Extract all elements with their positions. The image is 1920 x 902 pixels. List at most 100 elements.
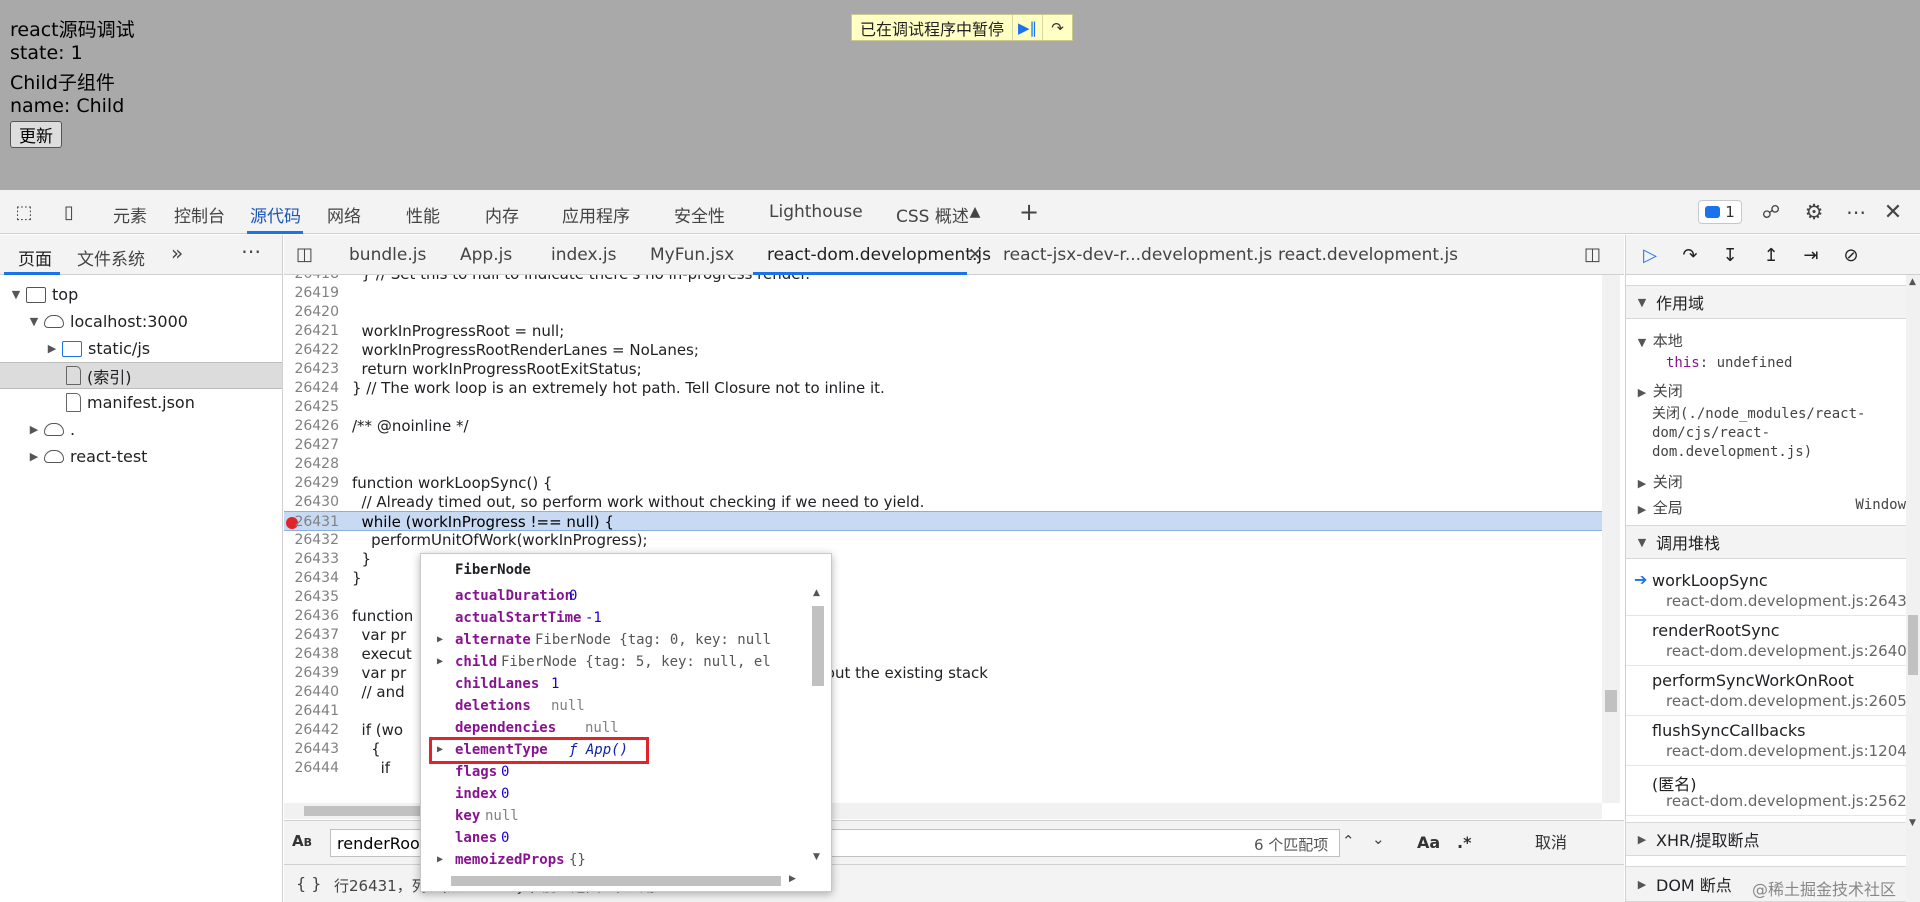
scope-closure[interactable]: ▶ 关闭 (1636, 380, 1916, 401)
update-button[interactable]: 更新 (10, 121, 62, 148)
property-row[interactable]: actualStartTime -1 (421, 607, 809, 629)
code-line: 26430 // Already timed out, so perform w… (294, 493, 925, 511)
scroll-down-icon[interactable]: ▼ (813, 852, 820, 862)
callstack-item[interactable]: ➔ workLoopSync react-dom.development.js:26… (1626, 566, 1906, 616)
issues-badge[interactable]: 1 (1698, 200, 1742, 224)
file-tab-app[interactable]: App.js (460, 245, 512, 265)
property-row[interactable]: flags 0 (421, 761, 809, 783)
regex-button[interactable]: .* (1457, 833, 1471, 852)
next-match-icon[interactable]: ⌄ (1372, 830, 1385, 848)
callstack-item[interactable]: performSyncWorkOnRoot react-dom.developme… (1626, 666, 1906, 716)
property-row[interactable]: actualDuration 0 (421, 585, 809, 607)
cancel-search-button[interactable]: 取消 (1516, 830, 1586, 856)
tab-memory[interactable]: 内存 (485, 202, 519, 227)
tab-filesystem[interactable]: 文件系统 (77, 245, 145, 270)
tree-item-localhost[interactable]: ▼ localhost:3000 (0, 308, 282, 335)
connections-icon[interactable]: ☍ (1758, 200, 1784, 224)
code-line: 26429 function workLoopSync() { (294, 474, 553, 492)
callstack-item[interactable]: flushSyncCallbacks react-dom.development.… (1626, 716, 1906, 766)
scope-pane-header[interactable]: ▼ 作用域 (1626, 285, 1906, 319)
callstack-pane-header[interactable]: ▼ 调用堆栈 (1626, 525, 1906, 559)
property-row[interactable]: dependencies null (421, 717, 809, 739)
popover-horizontal-scrollbar[interactable]: ▶ (435, 872, 815, 890)
editor-vertical-scrollbar[interactable] (1602, 275, 1620, 803)
tree-item-dot[interactable]: ▶ . (0, 416, 282, 443)
settings-gear-icon[interactable]: ⚙ (1801, 200, 1827, 224)
callstack-item[interactable]: renderRootSync react-dom.development.js:2… (1626, 616, 1906, 666)
tree-item-static-js[interactable]: ▶ static/js (0, 335, 282, 362)
property-row[interactable]: lanes 0 (421, 827, 809, 849)
scope-global[interactable]: ▶ 全局 Window (1636, 497, 1906, 518)
scroll-up-icon[interactable]: ▲ (1909, 277, 1916, 287)
code-line: 26427 (294, 437, 339, 453)
resume-icon[interactable]: ▶‖ (1012, 15, 1042, 40)
scroll-up-icon[interactable]: ▲ (813, 588, 820, 598)
tab-performance[interactable]: 性能 (406, 202, 440, 227)
expand-down-icon: ▼ (29, 315, 39, 328)
property-row[interactable]: key null (421, 805, 809, 827)
breakpoint-line[interactable]: 26431 while (workInProgress !== null) { (284, 511, 1602, 531)
tab-css-overview[interactable]: CSS 概述 (896, 202, 969, 227)
property-row[interactable]: ▶ alternate FiberNode {tag: 0, key: null (421, 629, 809, 651)
more-options-icon[interactable]: ⋯ (1843, 200, 1869, 224)
file-tab-react-jsx-dev[interactable]: react-jsx-dev-r...development.js (1003, 245, 1272, 265)
navigator-menu-icon[interactable]: ⋯ (241, 239, 261, 263)
close-tab-icon[interactable]: ✕ (968, 245, 982, 265)
inspect-element-icon[interactable]: ⬚ (11, 200, 37, 224)
scope-closure-module[interactable]: 关闭(./node_modules/react-dom/cjs/react-do… (1652, 405, 1902, 462)
step-into-icon[interactable]: ↧ (1716, 242, 1744, 268)
tab-security[interactable]: 安全性 (674, 202, 725, 227)
property-row[interactable]: childLanes 1 (421, 673, 809, 695)
tab-page[interactable]: 页面 (18, 245, 52, 270)
scroll-thumb[interactable] (451, 876, 781, 886)
property-row[interactable]: ▶ memoizedProps{} (421, 849, 809, 871)
deactivate-breakpoints-icon[interactable]: ⊘ (1837, 242, 1865, 268)
device-toolbar-icon[interactable]: ▯ (56, 200, 82, 224)
file-tab-myfun[interactable]: MyFun.jsx (650, 245, 734, 265)
callstack-item[interactable]: (匿名) react-dom.development.js:25622 (1626, 766, 1906, 816)
more-tabs-plus-icon[interactable]: + (1016, 198, 1042, 226)
tab-lighthouse[interactable]: Lighthouse (769, 202, 863, 222)
tree-item-index[interactable]: (索引) (0, 362, 282, 389)
sidebar-vertical-scrollbar[interactable]: ▲ ▼ (1906, 275, 1920, 902)
case-sensitive-icon[interactable]: AB (292, 832, 312, 850)
editor-file-tabs: ◫ bundle.js App.js index.js MyFun.jsx re… (284, 235, 1624, 275)
property-row[interactable]: ▶ child FiberNode {tag: 5, key: null, el (421, 651, 809, 673)
scope-closure-2[interactable]: ▶ 关闭 (1636, 471, 1916, 492)
file-tab-react-dom[interactable]: react-dom.development.js (767, 245, 991, 265)
property-row[interactable]: index 0 (421, 783, 809, 805)
step-out-icon[interactable]: ↥ (1757, 242, 1785, 268)
more-panes-chevron-icon[interactable]: » (171, 241, 183, 265)
match-case-button[interactable]: Aa (1417, 833, 1440, 852)
scroll-thumb[interactable] (1605, 690, 1617, 712)
file-tab-bundle[interactable]: bundle.js (349, 245, 426, 265)
toggle-debugger-icon[interactable]: ◫ (1584, 244, 1601, 265)
tree-item-manifest[interactable]: manifest.json (0, 389, 282, 416)
file-tab-react[interactable]: react.development.js (1278, 245, 1458, 265)
popover-vertical-scrollbar[interactable]: ▲ ▼ (809, 584, 827, 874)
tab-elements[interactable]: 元素 (113, 202, 147, 227)
step-over-icon[interactable]: ↷ (1042, 15, 1072, 40)
file-tab-index[interactable]: index.js (551, 245, 617, 265)
resume-icon[interactable]: ▷ (1636, 242, 1664, 268)
previous-match-icon[interactable]: ⌃ (1342, 832, 1355, 850)
tab-sources[interactable]: 源代码 (250, 202, 301, 227)
pretty-print-button[interactable]: { } (296, 874, 321, 893)
code-line: 26423 return workInProgressRootExitStatu… (294, 360, 642, 378)
tab-console[interactable]: 控制台 (174, 202, 225, 227)
close-devtools-icon[interactable]: ✕ (1880, 200, 1906, 225)
tree-item-top[interactable]: ▼ top (0, 281, 282, 308)
scroll-down-icon[interactable]: ▼ (1909, 818, 1916, 828)
scope-local[interactable]: ▼ 本地 (1636, 330, 1916, 351)
step-icon[interactable]: ⇥ (1797, 242, 1825, 268)
tree-item-react-test[interactable]: ▶ react-test (0, 443, 282, 470)
toggle-navigator-icon[interactable]: ◫ (296, 244, 313, 265)
scroll-thumb[interactable] (1908, 615, 1918, 675)
scroll-thumb[interactable] (812, 606, 824, 686)
xhr-breakpoints-header[interactable]: ▶ XHR/提取断点 (1626, 822, 1906, 856)
step-over-icon[interactable]: ↷ (1676, 242, 1704, 268)
tab-network[interactable]: 网络 (327, 202, 361, 227)
property-row[interactable]: deletions null (421, 695, 809, 717)
tab-application[interactable]: 应用程序 (562, 202, 630, 227)
scroll-right-icon[interactable]: ▶ (789, 874, 796, 884)
